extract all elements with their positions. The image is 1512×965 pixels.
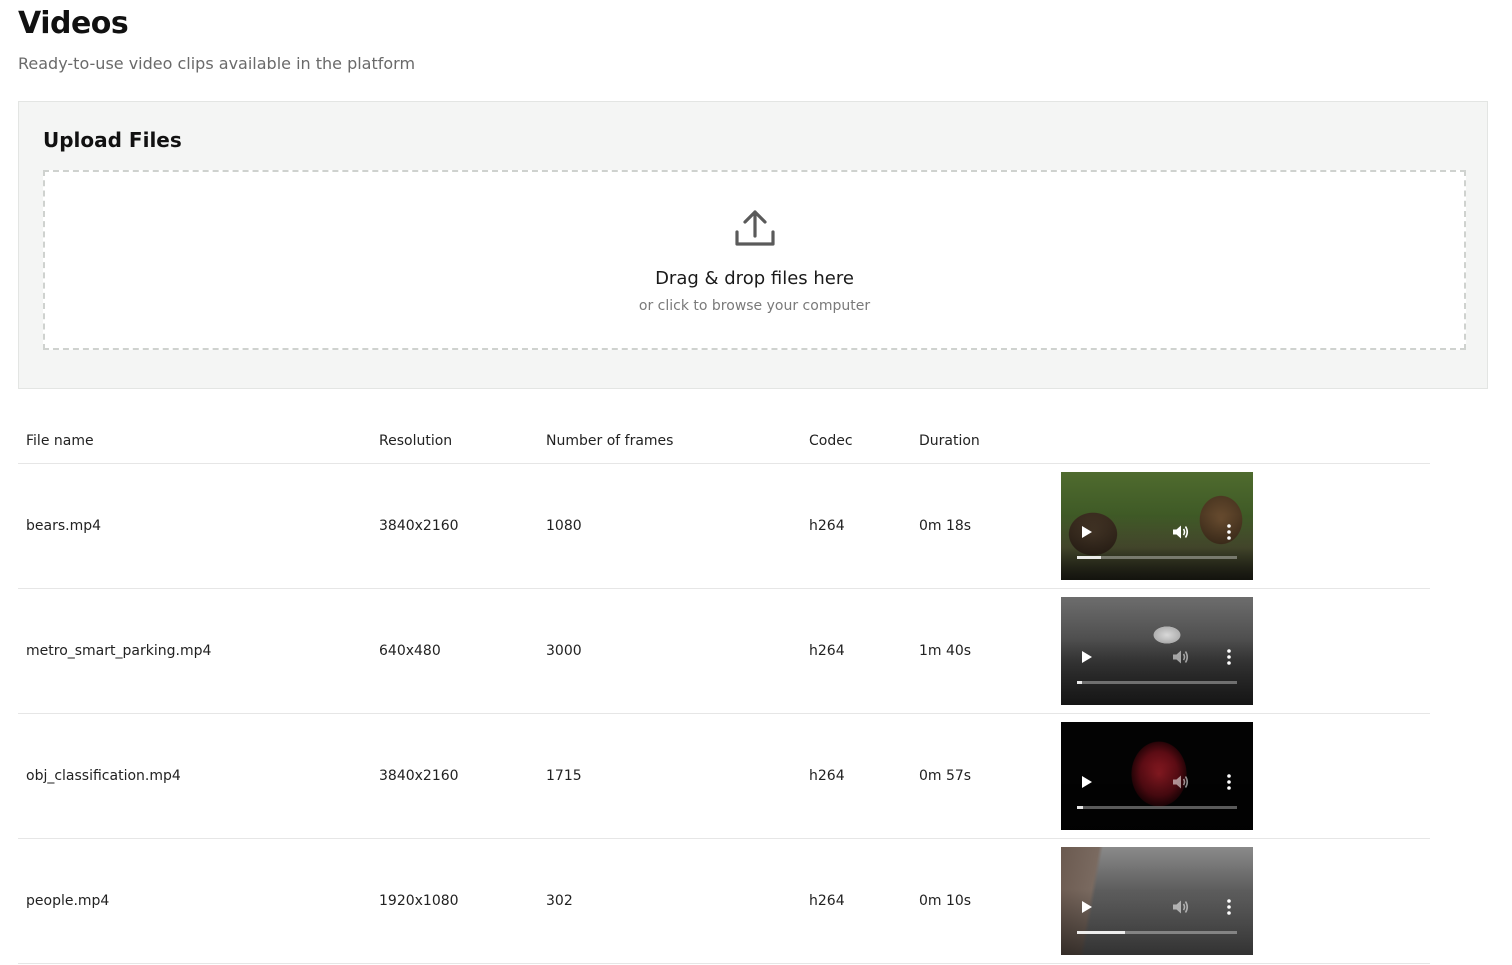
cell-resolution: 640x480 bbox=[371, 588, 538, 714]
cell-frames: 302 bbox=[538, 838, 801, 964]
progress-bar[interactable] bbox=[1077, 805, 1237, 809]
upload-panel: Upload Files Drag & drop files here or c… bbox=[18, 101, 1488, 389]
cell-resolution: 3840x2160 bbox=[371, 463, 538, 589]
cell-codec: h264 bbox=[801, 463, 911, 589]
cell-codec: h264 bbox=[801, 588, 911, 714]
more-vertical-icon[interactable] bbox=[1225, 648, 1233, 666]
progress-fill bbox=[1077, 930, 1125, 934]
cell-file-name: obj_classification.mp4 bbox=[18, 713, 371, 839]
cell-file-name: metro_smart_parking.mp4 bbox=[18, 588, 371, 714]
column-header-frames: Number of frames bbox=[538, 420, 801, 464]
cell-duration: 0m 57s bbox=[911, 713, 1053, 839]
play-icon[interactable] bbox=[1081, 900, 1093, 914]
more-vertical-icon[interactable] bbox=[1225, 523, 1233, 541]
volume-icon[interactable] bbox=[1171, 523, 1189, 541]
more-vertical-icon[interactable] bbox=[1225, 773, 1233, 791]
cell-resolution: 3840x2160 bbox=[371, 713, 538, 839]
dropzone-main-text: Drag & drop files here bbox=[655, 268, 854, 289]
column-header-codec: Codec bbox=[801, 420, 911, 464]
videos-table: File name Resolution Number of frames Co… bbox=[18, 420, 1430, 964]
cell-duration: 1m 40s bbox=[911, 588, 1053, 714]
cell-preview bbox=[1053, 463, 1430, 589]
table-row: obj_classification.mp4 3840x2160 1715 h2… bbox=[18, 713, 1430, 839]
cell-file-name: bears.mp4 bbox=[18, 463, 371, 589]
cell-frames: 3000 bbox=[538, 588, 801, 714]
cell-frames: 1715 bbox=[538, 713, 801, 839]
cell-preview bbox=[1053, 588, 1430, 714]
video-player[interactable] bbox=[1061, 596, 1253, 705]
column-header-resolution: Resolution bbox=[371, 420, 538, 464]
play-icon[interactable] bbox=[1081, 525, 1093, 539]
play-icon[interactable] bbox=[1081, 775, 1093, 789]
table-row: people.mp4 1920x1080 302 h264 0m 10s bbox=[18, 838, 1430, 964]
volume-icon[interactable] bbox=[1171, 773, 1189, 791]
upload-dropzone[interactable]: Drag & drop files here or click to brows… bbox=[43, 170, 1466, 350]
video-player[interactable] bbox=[1061, 471, 1253, 580]
page-subtitle: Ready-to-use video clips available in th… bbox=[18, 54, 416, 73]
progress-bar[interactable] bbox=[1077, 930, 1237, 934]
volume-icon[interactable] bbox=[1171, 648, 1189, 666]
cell-preview bbox=[1053, 713, 1430, 839]
progress-bar[interactable] bbox=[1077, 555, 1237, 559]
column-header-duration: Duration bbox=[911, 420, 1053, 464]
browse-link-text[interactable]: or click to browse your computer bbox=[45, 298, 1464, 314]
more-vertical-icon[interactable] bbox=[1225, 898, 1233, 916]
play-icon[interactable] bbox=[1081, 650, 1093, 664]
table-header-row: File name Resolution Number of frames Co… bbox=[18, 420, 1430, 464]
progress-fill bbox=[1077, 805, 1084, 809]
table-row: metro_smart_parking.mp4 640x480 3000 h26… bbox=[18, 588, 1430, 714]
upload-icon bbox=[735, 210, 775, 246]
progress-fill bbox=[1077, 680, 1082, 684]
column-header-file-name: File name bbox=[18, 420, 371, 464]
upload-title: Upload Files bbox=[43, 128, 182, 152]
progress-bar[interactable] bbox=[1077, 680, 1237, 684]
video-player[interactable] bbox=[1061, 721, 1253, 830]
cell-preview bbox=[1053, 838, 1430, 964]
cell-codec: h264 bbox=[801, 713, 911, 839]
cell-file-name: people.mp4 bbox=[18, 838, 371, 964]
cell-frames: 1080 bbox=[538, 463, 801, 589]
cell-resolution: 1920x1080 bbox=[371, 838, 538, 964]
page-title: Videos bbox=[18, 6, 129, 41]
progress-fill bbox=[1077, 555, 1101, 559]
cell-duration: 0m 18s bbox=[911, 463, 1053, 589]
videos-page: Videos Ready-to-use video clips availabl… bbox=[0, 0, 1512, 965]
cell-duration: 0m 10s bbox=[911, 838, 1053, 964]
video-player[interactable] bbox=[1061, 846, 1253, 955]
cell-codec: h264 bbox=[801, 838, 911, 964]
table-row: bears.mp4 3840x2160 1080 h264 0m 18s bbox=[18, 463, 1430, 589]
column-header-preview bbox=[1053, 420, 1430, 464]
volume-icon[interactable] bbox=[1171, 898, 1189, 916]
